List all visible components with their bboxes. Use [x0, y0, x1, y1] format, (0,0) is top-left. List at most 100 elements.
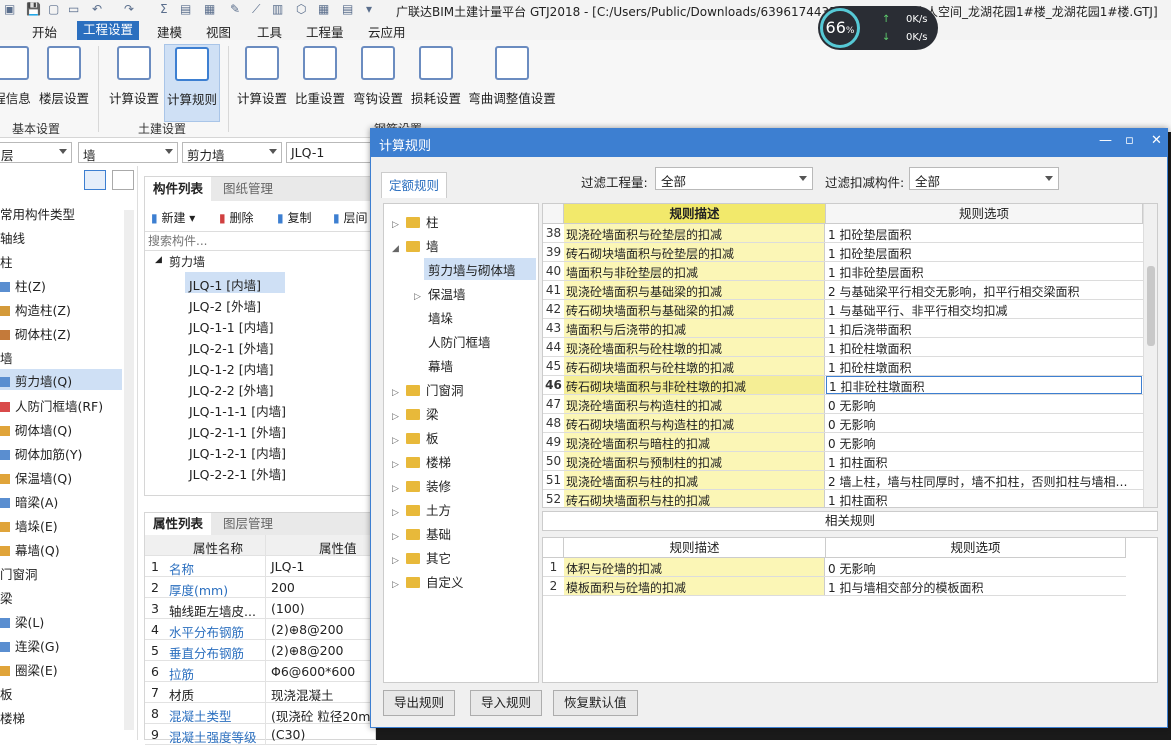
- rule-row[interactable]: 45 砖石砌块墙面积与砼柱墩的扣减 1 扣砼柱墩面积: [543, 357, 1143, 376]
- sum-icon[interactable]: Σ: [160, 2, 168, 16]
- tree-node-foundation[interactable]: ▷ 基础: [392, 524, 451, 543]
- export-rules-button[interactable]: 导出规则: [383, 690, 456, 716]
- table-icon[interactable]: ▦: [318, 2, 329, 16]
- expand-arrow-icon[interactable]: ▷: [392, 412, 406, 422]
- tree-node-civil-defense-wall[interactable]: 人防门框墙: [428, 332, 491, 351]
- tree-column[interactable]: 柱(Z): [0, 276, 46, 295]
- rule-row[interactable]: 38 现浇砼墙面积与砼垫层的扣减 1 扣砼垫层面积: [543, 224, 1143, 243]
- menu-tools[interactable]: 工具: [257, 22, 282, 41]
- property-value[interactable]: Φ6@600*600: [271, 664, 355, 679]
- undo-icon[interactable]: ↶: [92, 2, 102, 16]
- expand-arrow-icon[interactable]: ▷: [392, 388, 406, 398]
- property-value[interactable]: (现浇砼 粒径20mm: [271, 706, 383, 725]
- save-icon[interactable]: 💾: [26, 2, 41, 16]
- rule-row[interactable]: 52 砖石砌块墙面积与柱的扣减 1 扣柱面积: [543, 490, 1143, 507]
- tree-root-shear-wall[interactable]: 剪力墙: [169, 253, 205, 270]
- tree-node-stair[interactable]: ▷ 楼梯: [392, 452, 451, 471]
- component-item[interactable]: JLQ-2-2 [外墙]: [189, 380, 274, 399]
- menu-start[interactable]: 开始: [32, 22, 57, 41]
- calc-settings-button[interactable]: 计算设置: [106, 44, 162, 122]
- tree-node-earthwork[interactable]: ▷ 土方: [392, 500, 451, 519]
- tree-shear-wall[interactable]: 剪力墙(Q): [0, 369, 122, 390]
- grid-icon[interactable]: ▥: [272, 2, 283, 16]
- menu-project-settings[interactable]: 工程设置: [77, 21, 140, 40]
- rule-option[interactable]: 1 扣砼柱墩面积: [826, 359, 1142, 376]
- tree-curtain-wall[interactable]: 幕墙(Q): [0, 540, 60, 559]
- collapse-arrow-icon[interactable]: ◢: [392, 244, 406, 254]
- expand-arrow-icon[interactable]: ▷: [392, 220, 406, 230]
- rule-option[interactable]: 0 无影响: [826, 397, 1142, 414]
- ruler-icon[interactable]: ⟋: [252, 2, 260, 17]
- component-item[interactable]: JLQ-1-1 [内墙]: [189, 317, 274, 336]
- tree-node-slab[interactable]: ▷ 板: [392, 428, 439, 447]
- rule-row[interactable]: 41 现浇砼墙面积与基础梁的扣减 2 与基础梁平行相交无影响，扣平行相交梁面积: [543, 281, 1143, 300]
- tree-node-insulation-wall[interactable]: ▷ 保温墙: [414, 284, 466, 303]
- filter-deduct-select[interactable]: 全部: [909, 167, 1059, 190]
- tree-node-door-window[interactable]: ▷ 门窗洞: [392, 380, 464, 399]
- rule-option[interactable]: 2 墙上柱，墙与柱同厚时，墙不扣柱，否则扣柱与墙相…: [826, 473, 1142, 490]
- tree-node-other[interactable]: ▷ 其它: [392, 548, 451, 567]
- layers-icon[interactable]: ▤: [180, 2, 191, 16]
- tree-masonry-rebar[interactable]: 砌体加筋(Y): [0, 444, 82, 463]
- rule-option[interactable]: 0 无影响: [826, 435, 1142, 452]
- tree-node-beam[interactable]: ▷ 梁: [392, 404, 439, 423]
- rule-option[interactable]: 1 扣砼垫层面积: [826, 245, 1142, 262]
- rule-row[interactable]: 51 现浇砼墙面积与柱的扣减 2 墙上柱，墙与柱同厚时，墙不扣柱，否则扣柱与墙相…: [543, 471, 1143, 490]
- report-icon[interactable]: ▤: [342, 2, 353, 16]
- rule-row[interactable]: 46 砖石砌块墙面积与非砼柱墩的扣减 1 扣非砼柱墩面积: [543, 376, 1143, 395]
- rule-option-header[interactable]: 规则选项: [826, 204, 1143, 224]
- rebar-calc-settings-button[interactable]: 计算设置: [234, 44, 290, 122]
- grid-view-icon[interactable]: [112, 170, 134, 190]
- tree-wall-group[interactable]: 墙: [0, 348, 13, 367]
- rule-row[interactable]: 48 砖石砌块墙面积与构造柱的扣减 0 无影响: [543, 414, 1143, 433]
- close-icon[interactable]: ✕: [1151, 133, 1162, 148]
- tree-stair-group[interactable]: 楼梯: [0, 708, 25, 727]
- tree-node-curtain-wall[interactable]: 幕墙: [428, 356, 453, 375]
- item-select[interactable]: JLQ-1: [286, 142, 376, 163]
- rule-row[interactable]: 43 墙面积与后浇带的扣减 1 扣后浇带面积: [543, 319, 1143, 338]
- import-rules-button[interactable]: 导入规则: [470, 690, 543, 716]
- rule-option[interactable]: 1 与基础平行、非平行相交均扣减: [826, 302, 1142, 319]
- tab-property-list[interactable]: 属性列表: [145, 513, 212, 535]
- tree-link-beam[interactable]: 连梁(G): [0, 636, 59, 655]
- left-tree-scrollbar[interactable]: [124, 210, 134, 730]
- expand-arrow-icon[interactable]: ▷: [392, 508, 406, 518]
- component-item[interactable]: JLQ-2 [外墙]: [189, 296, 261, 315]
- maximize-icon[interactable]: ▫: [1125, 133, 1134, 148]
- tab-layer-management[interactable]: 图层管理: [215, 513, 282, 535]
- tree-door-window-group[interactable]: 门窗洞: [0, 564, 38, 583]
- rule-option[interactable]: 1 扣砼垫层面积: [826, 226, 1142, 243]
- related-rule-row[interactable]: 2 模板面积与砼墙的扣减 1 扣与墙相交部分的模板面积: [543, 577, 1126, 596]
- restore-defaults-button[interactable]: 恢复默认值: [553, 690, 638, 716]
- shape-icon[interactable]: ⬡: [296, 2, 306, 16]
- expand-arrow-icon[interactable]: ▷: [392, 484, 406, 494]
- scrollbar-thumb[interactable]: [1147, 266, 1155, 346]
- rule-option[interactable]: 0 无影响: [826, 560, 1142, 577]
- interlayer-button[interactable]: ▮ 层间: [333, 209, 367, 226]
- menu-view[interactable]: 视图: [206, 22, 231, 41]
- rule-option[interactable]: 2 与基础梁平行相交无影响，扣平行相交梁面积: [826, 283, 1142, 300]
- property-value[interactable]: JLQ-1: [271, 559, 304, 574]
- property-value[interactable]: 现浇混凝土: [271, 685, 334, 704]
- component-item[interactable]: JLQ-2-1 [外墙]: [189, 338, 274, 357]
- project-info-button[interactable]: 程信息: [0, 44, 34, 122]
- property-row[interactable]: 5 垂直分布钢筋 (2)⊕8@200: [145, 640, 377, 661]
- rule-description-header[interactable]: 规则描述: [564, 204, 826, 224]
- component-item[interactable]: JLQ-1 [内墙]: [189, 275, 261, 294]
- redo-icon[interactable]: ↷: [124, 2, 134, 16]
- tab-drawing-management[interactable]: 图纸管理: [215, 177, 282, 201]
- tree-wall-pier[interactable]: 墙垛(E): [0, 516, 58, 535]
- filter-quantity-select[interactable]: 全部: [655, 167, 813, 190]
- property-row[interactable]: 2 厚度(mm) 200: [145, 577, 377, 598]
- copy-button[interactable]: ▮ 复制: [277, 209, 311, 226]
- component-item[interactable]: JLQ-1-1-1 [内墙]: [189, 401, 286, 420]
- floor-settings-button[interactable]: 楼层设置: [38, 44, 90, 122]
- weight-settings-button[interactable]: 比重设置: [292, 44, 348, 122]
- bend-adjust-button[interactable]: 弯曲调整值设置: [466, 44, 558, 122]
- tree-slab-group[interactable]: 板: [0, 684, 13, 703]
- property-row[interactable]: 8 混凝土类型 (现浇砼 粒径20mm: [145, 703, 383, 724]
- menu-quantity[interactable]: 工程量: [306, 22, 344, 41]
- tree-beam[interactable]: 梁(L): [0, 612, 44, 631]
- component-item[interactable]: JLQ-1-2 [内墙]: [189, 359, 274, 378]
- component-search-input[interactable]: [145, 231, 375, 251]
